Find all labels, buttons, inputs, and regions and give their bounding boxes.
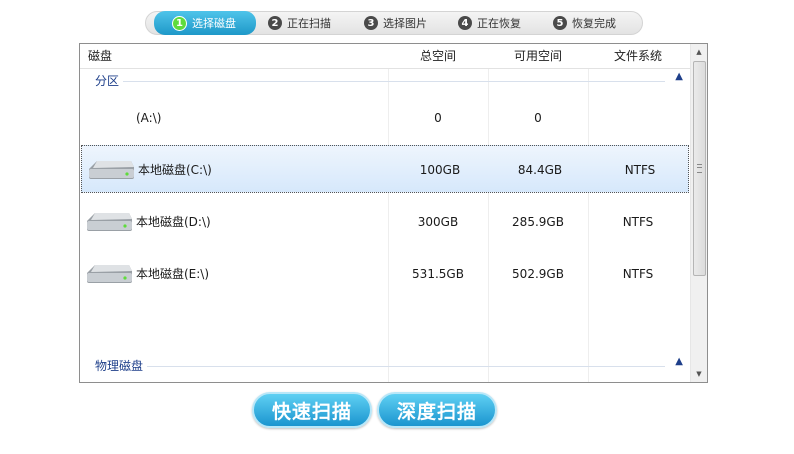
- header-free-space[interactable]: 可用空间: [488, 44, 588, 68]
- group-divider: [95, 366, 665, 367]
- scrollbar-thumb[interactable]: [693, 61, 706, 276]
- disk-fs: NTFS: [622, 267, 654, 281]
- step-recovery-complete: 5 恢复完成: [553, 12, 616, 34]
- hard-drive-icon: [89, 161, 134, 179]
- step-number-1: 1: [172, 15, 187, 31]
- group-divider: [95, 81, 665, 82]
- disk-name: (A:\): [136, 111, 162, 125]
- step-number-5: 5: [553, 16, 567, 30]
- disk-name: 本地磁盘(C:\): [138, 163, 212, 177]
- collapse-icon[interactable]: ▲: [675, 356, 683, 367]
- disk-free: 502.9GB: [512, 267, 564, 281]
- group-physical-disk[interactable]: 物理磁盘 ▲: [80, 354, 691, 376]
- table-header: 磁盘 总空间 可用空间 文件系统: [80, 44, 691, 69]
- step-recovering: 4 正在恢复: [458, 12, 521, 34]
- hard-drive-icon: [87, 213, 132, 231]
- step-select-disk: 1 选择磁盘: [154, 11, 256, 35]
- step-number-4: 4: [458, 16, 472, 30]
- table-row[interactable]: (A:\) 0 0: [80, 94, 688, 142]
- disk-free: 285.9GB: [512, 215, 564, 229]
- disk-fs: NTFS: [622, 215, 654, 229]
- step-select-images: 3 选择图片: [364, 12, 427, 34]
- disk-name: 本地磁盘(D:\): [136, 215, 211, 229]
- header-total-space[interactable]: 总空间: [388, 44, 488, 68]
- collapse-icon[interactable]: ▲: [675, 71, 683, 82]
- disk-total: 300GB: [417, 215, 459, 229]
- table-row[interactable]: 本地磁盘(E:\) 531.5GB 502.9GB NTFS: [80, 250, 688, 298]
- vertical-scrollbar[interactable]: ▲ ▼: [690, 44, 707, 382]
- hard-drive-icon: [87, 265, 132, 283]
- group-label: 物理磁盘: [95, 357, 148, 374]
- disk-total: 531.5GB: [412, 267, 464, 281]
- disk-free: 0: [534, 111, 542, 125]
- quick-scan-button[interactable]: 快速扫描: [252, 392, 372, 428]
- step-label: 恢复完成: [572, 17, 616, 30]
- group-label: 分区: [95, 72, 124, 89]
- step-scanning: 2 正在扫描: [268, 12, 331, 34]
- step-label: 正在恢复: [477, 17, 521, 30]
- table-row[interactable]: 本地磁盘(D:\) 300GB 285.9GB NTFS: [80, 198, 688, 246]
- header-file-system[interactable]: 文件系统: [588, 44, 688, 68]
- deep-scan-button[interactable]: 深度扫描: [377, 392, 497, 428]
- group-partition[interactable]: 分区 ▲: [80, 69, 691, 91]
- step-number-2: 2: [268, 16, 282, 30]
- disk-name: 本地磁盘(E:\): [136, 267, 210, 281]
- disk-fs: [588, 94, 688, 142]
- step-number-3: 3: [364, 16, 378, 30]
- step-label: 选择磁盘: [192, 17, 236, 30]
- disk-free: 84.4GB: [517, 163, 563, 177]
- header-disk[interactable]: 磁盘: [88, 44, 112, 68]
- disk-fs: NTFS: [624, 163, 656, 177]
- table-row-selected[interactable]: 本地磁盘(C:\) 100GB 84.4GB NTFS: [81, 145, 689, 193]
- disk-total: 0: [434, 111, 442, 125]
- step-progress-bar: 1 选择磁盘 2 正在扫描 3 选择图片 4 正在恢复 5 恢复完成: [145, 11, 643, 35]
- scroll-down-icon[interactable]: ▼: [691, 366, 707, 382]
- scroll-up-icon[interactable]: ▲: [691, 44, 707, 60]
- step-label: 选择图片: [383, 17, 427, 30]
- disk-total: 100GB: [419, 163, 461, 177]
- grip-icon: [697, 164, 702, 173]
- step-label: 正在扫描: [287, 17, 331, 30]
- disk-list-table[interactable]: 磁盘 总空间 可用空间 文件系统 分区 ▲ (A:\) 0 0 本地磁盘(C:\…: [79, 43, 708, 383]
